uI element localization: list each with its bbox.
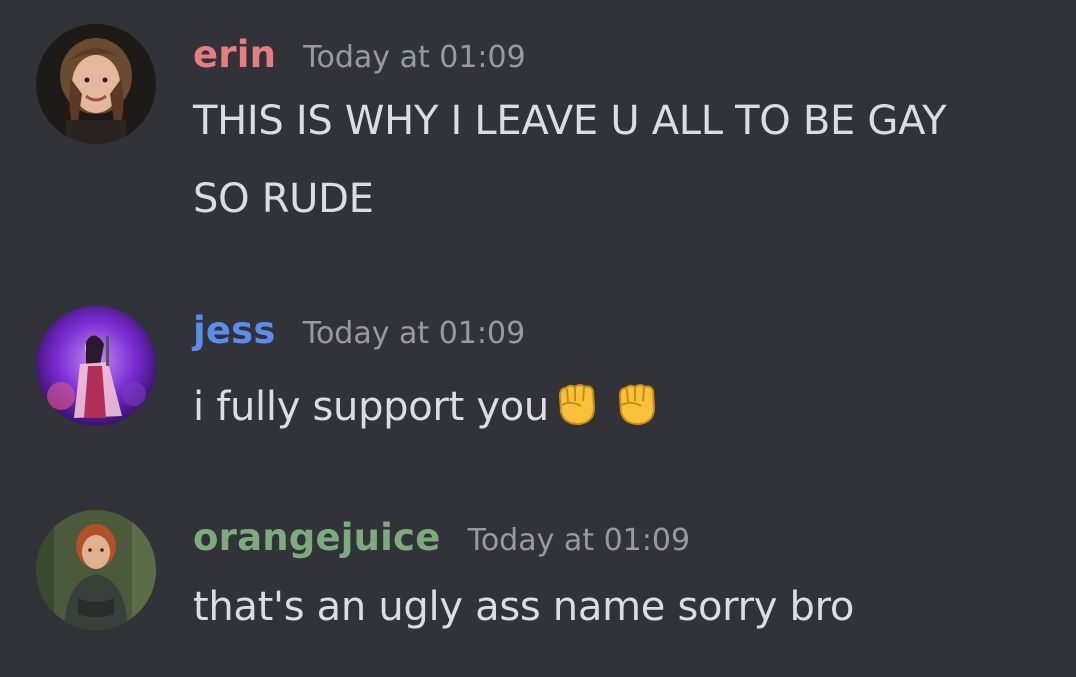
message-header: erin Today at 01:09 — [193, 33, 526, 76]
username[interactable]: orangejuice — [193, 516, 441, 559]
raised-fist-emoji-icon — [558, 384, 595, 426]
message-text-content: i fully support you — [193, 384, 549, 430]
user-avatar-photo-icon — [36, 306, 156, 426]
raised-fist-emoji-icon — [618, 384, 655, 426]
message-header: jess Today at 01:09 — [193, 309, 525, 352]
username[interactable]: jess — [193, 309, 276, 352]
timestamp: Today at 01:09 — [467, 523, 691, 558]
message-text: i fully support you — [193, 378, 661, 430]
username[interactable]: erin — [193, 33, 276, 76]
message-header: orangejuice Today at 01:09 — [193, 516, 690, 559]
chat-messages: erin Today at 01:09 THIS IS WHY I LEAVE … — [0, 0, 1076, 677]
avatar-erin[interactable] — [36, 24, 156, 144]
user-avatar-photo-icon — [36, 24, 156, 144]
timestamp: Today at 01:09 — [303, 40, 526, 75]
message-text: SO RUDE — [193, 176, 374, 222]
timestamp: Today at 01:09 — [302, 316, 526, 351]
message-text: that's an ugly ass name sorry bro — [193, 584, 855, 630]
avatar-jess[interactable] — [36, 306, 156, 426]
avatar-orangejuice[interactable] — [36, 510, 156, 630]
message-text: THIS IS WHY I LEAVE U ALL TO BE GAY — [193, 98, 947, 144]
user-avatar-photo-icon — [36, 510, 156, 630]
